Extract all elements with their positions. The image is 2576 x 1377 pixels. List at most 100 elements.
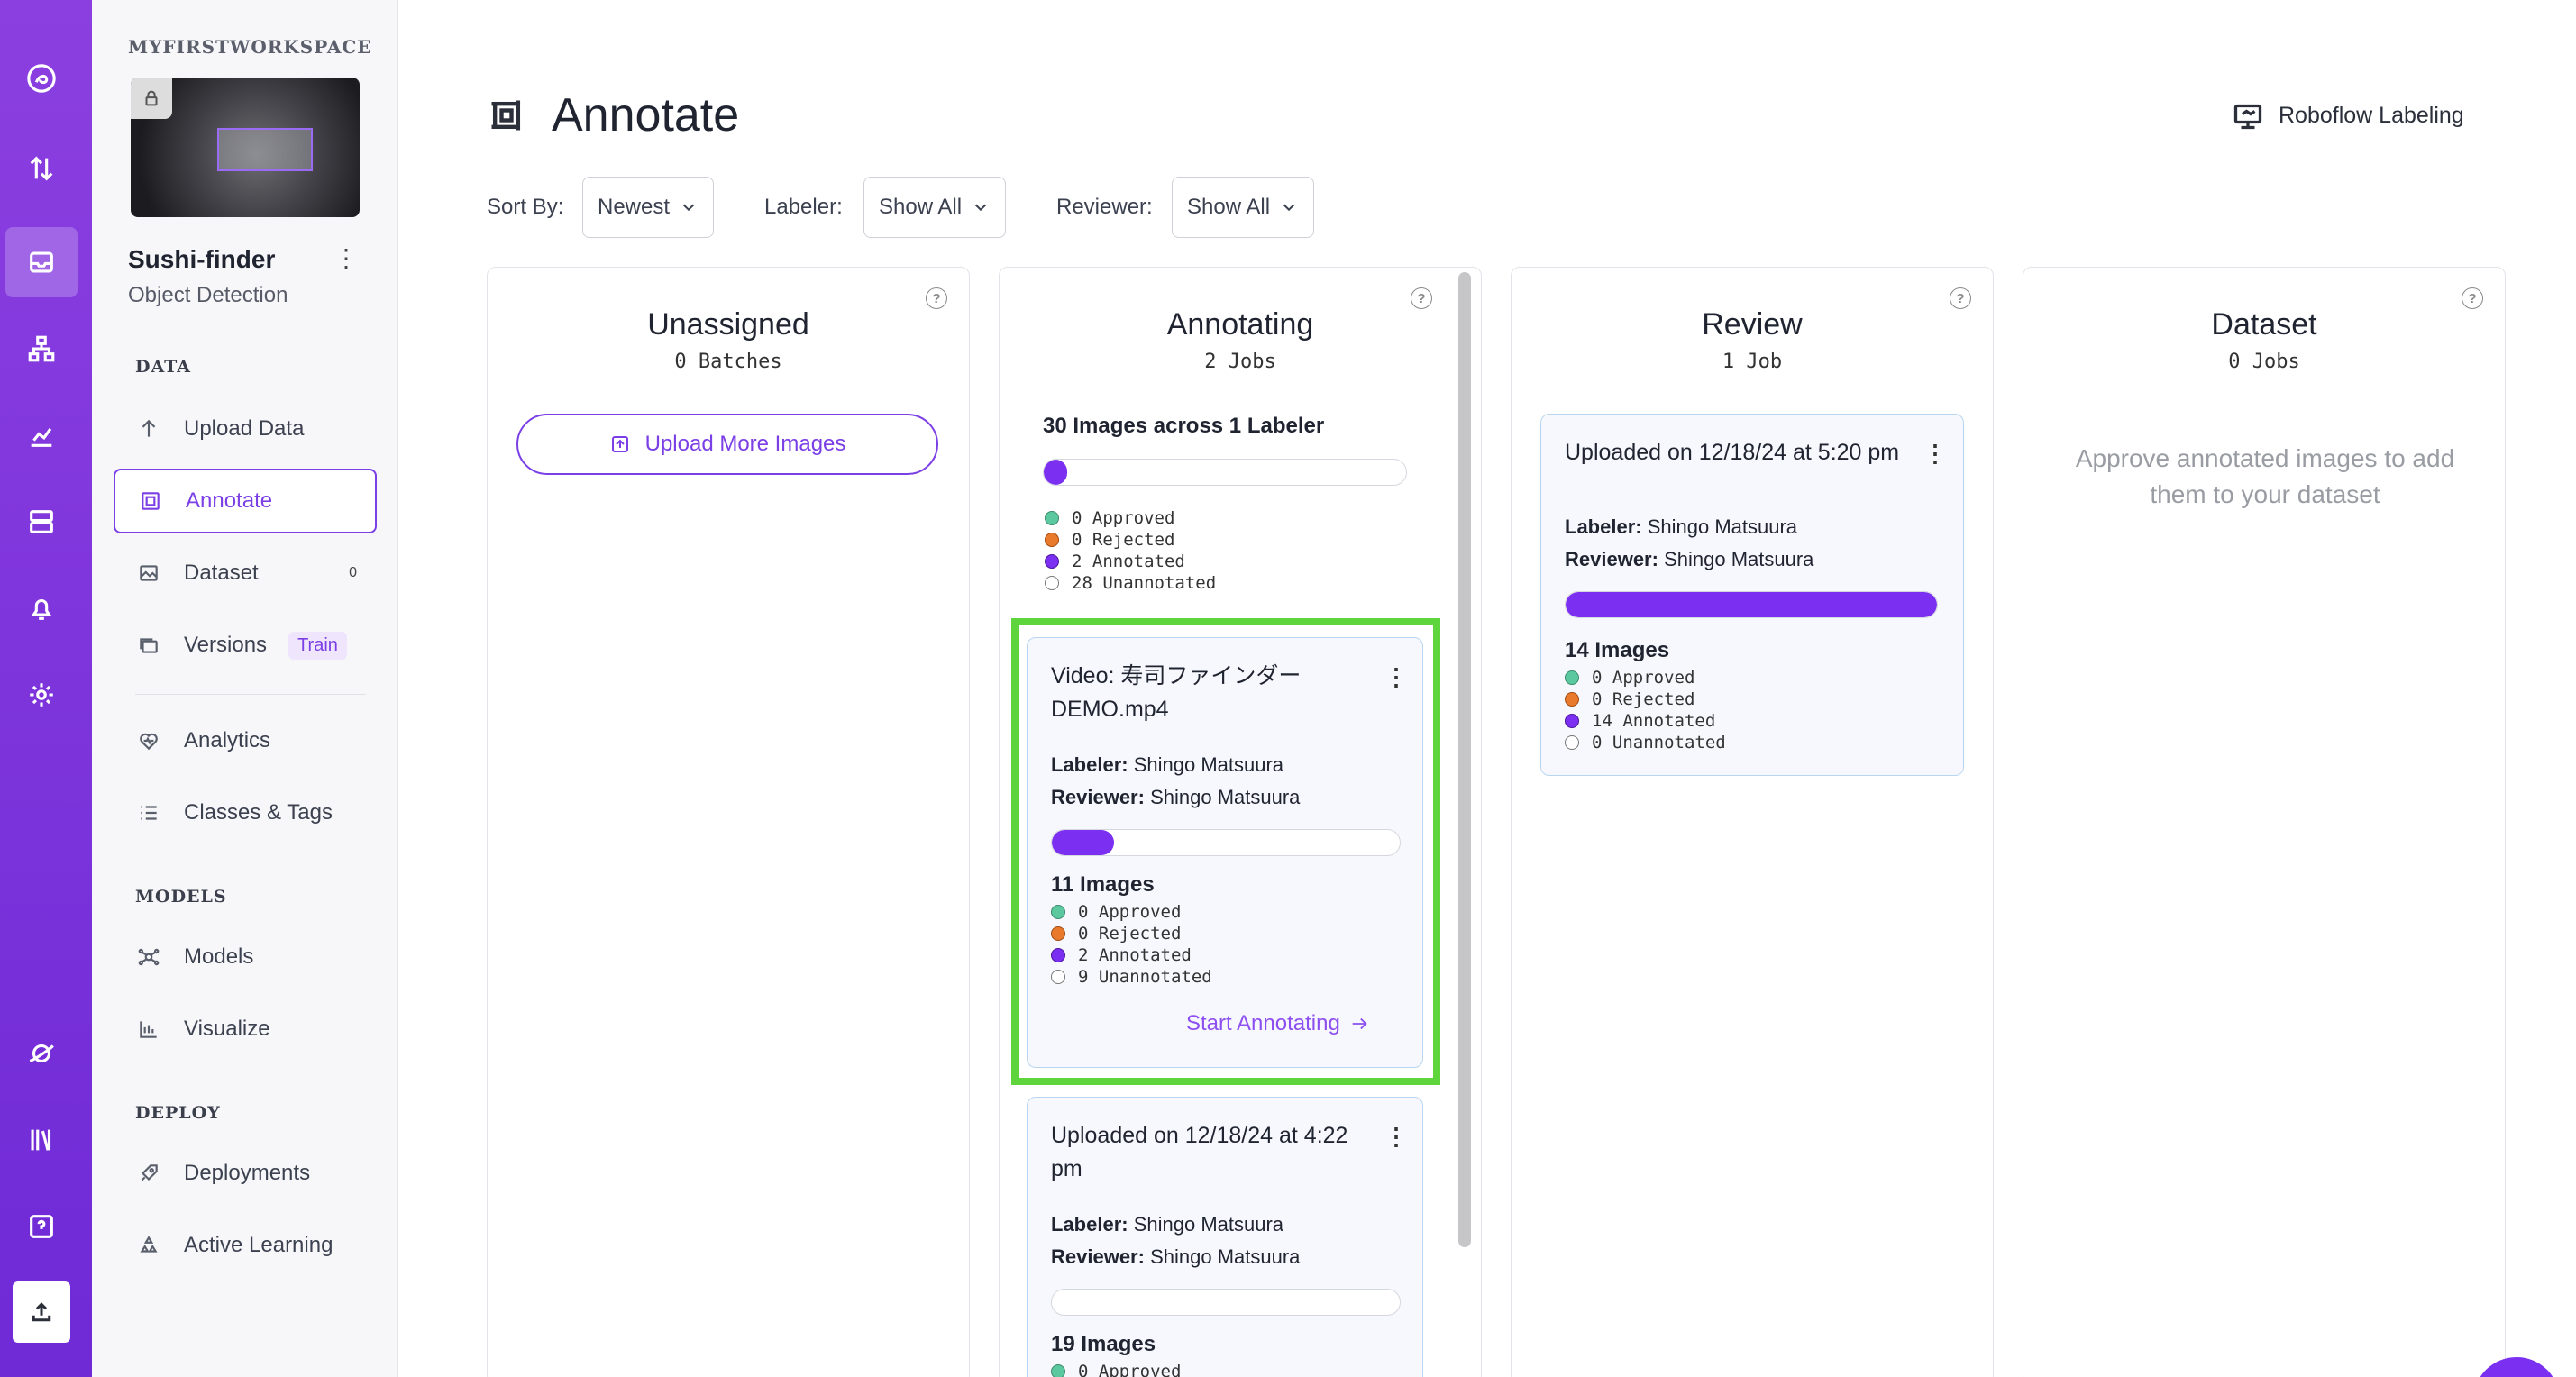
inbox-icon[interactable] (5, 227, 78, 297)
stat-annotated: 2 Annotated (1045, 551, 1216, 572)
summary-progress-bar (1043, 459, 1407, 486)
help-icon[interactable]: ? (926, 287, 947, 309)
stat-rejected: 0 Rejected (1565, 688, 1726, 710)
column-count: 1 Job (1722, 351, 1783, 373)
unannotated-dot-icon (1565, 735, 1579, 750)
workflow-icon[interactable] (5, 314, 78, 384)
stat-approved: 0 Approved (1051, 1361, 1181, 1377)
job-reviewer: Reviewer: Shingo Matsuura (1565, 548, 1813, 571)
labeler-select[interactable]: Show All (863, 177, 1007, 238)
planet-icon[interactable] (5, 1018, 78, 1089)
reviewer-key: Reviewer: (1051, 1245, 1145, 1268)
column-count: 2 Jobs (1204, 351, 1276, 373)
job-menu-icon[interactable]: ⋮ (1384, 1123, 1408, 1151)
help-icon[interactable]: ? (1950, 287, 1971, 309)
column-unassigned: ? Unassigned 0 Batches Upload More Image… (487, 267, 970, 1377)
column-scrollbar[interactable] (1458, 272, 1471, 1247)
column-count: 0 Jobs (2228, 351, 2300, 373)
project-menu-icon[interactable]: ⋮ (333, 243, 359, 273)
help-icon[interactable]: ? (2462, 287, 2483, 309)
sidebar-item-label: Annotate (186, 488, 273, 513)
job-card[interactable]: Uploaded on 12/18/24 at 4:22 pm ⋮ Labele… (1027, 1097, 1423, 1377)
sort-by-value: Newest (598, 195, 671, 219)
help-icon[interactable]: ? (1411, 287, 1432, 309)
column-review: ? Review 1 Job Uploaded on 12/18/24 at 5… (1511, 267, 1994, 1377)
workspace-name[interactable]: MYFIRSTWORKSPACE (128, 36, 372, 58)
arrow-up-icon (135, 415, 162, 442)
sidebar-divider (135, 694, 366, 695)
job-image-count: 14 Images (1565, 638, 1670, 662)
stat-label: 0 Approved (1078, 1362, 1182, 1377)
column-count: 0 Batches (674, 351, 782, 373)
sidebar-item-active-learning[interactable]: Active Learning (114, 1213, 377, 1278)
page-title: Annotate (487, 88, 739, 142)
reviewer-select[interactable]: Show All (1172, 177, 1315, 238)
approved-dot-icon (1045, 511, 1059, 525)
chart-icon[interactable] (5, 400, 78, 470)
roboflow-labeling-label: Roboflow Labeling (2279, 102, 2464, 128)
job-reviewer: Reviewer: Shingo Matsuura (1051, 1245, 1300, 1269)
stat-label: 0 Approved (1072, 508, 1175, 528)
sidebar-item-classes-tags[interactable]: Classes & Tags (114, 780, 377, 845)
heart-pulse-icon (135, 727, 162, 754)
upload-icon[interactable] (13, 1281, 70, 1343)
roboflow-logo-icon[interactable] (5, 43, 78, 114)
help-icon[interactable] (5, 1191, 78, 1262)
sidebar-item-upload-data[interactable]: Upload Data (114, 397, 377, 461)
job-card[interactable]: Uploaded on 12/18/24 at 5:20 pm ⋮ Labele… (1540, 414, 1964, 776)
column-dataset: ? Dataset 0 Jobs Approve annotated image… (2023, 267, 2506, 1377)
thumbnail-bounding-box (217, 128, 313, 171)
sidebar-item-versions[interactable]: Versions Train (114, 613, 377, 678)
recycle-icon (135, 1232, 162, 1259)
gear-icon[interactable] (5, 660, 78, 730)
sidebar-item-label: Models (184, 944, 254, 969)
versions-icon (135, 632, 162, 659)
stat-approved: 0 Approved (1045, 507, 1216, 529)
server-icon[interactable] (5, 487, 78, 557)
summary-title: 30 Images across 1 Labeler (1043, 414, 1325, 438)
job-stats: 0 Approved (1051, 1361, 1181, 1377)
column-title: Unassigned (647, 307, 809, 342)
annotated-dot-icon (1565, 714, 1579, 728)
transfer-arrows-icon[interactable] (5, 133, 78, 204)
project-thumbnail[interactable] (131, 78, 360, 217)
selected-job-highlight (1011, 618, 1440, 1085)
sidebar-item-models[interactable]: Models (114, 925, 377, 989)
section-deploy: DEPLOY (135, 1103, 221, 1123)
progress-fill (1044, 460, 1067, 485)
job-progress-bar (1051, 1289, 1401, 1316)
job-image-count: 19 Images (1051, 1332, 1156, 1356)
bell-icon[interactable] (5, 573, 78, 643)
sidebar-item-analytics[interactable]: Analytics (114, 708, 377, 773)
labeling-icon (2233, 104, 2262, 130)
page-title-text: Annotate (552, 89, 740, 141)
column-title: Annotating (1166, 307, 1314, 342)
stat-unannotated: 28 Unannotated (1045, 572, 1216, 594)
sidebar-item-visualize[interactable]: Visualize (114, 997, 377, 1062)
stat-label: 0 Approved (1592, 668, 1695, 688)
stat-annotated: 14 Annotated (1565, 710, 1726, 732)
chevron-down-icon (682, 204, 695, 212)
dataset-empty-message: Approve annotated images to add them to … (2075, 444, 2455, 508)
section-data: DATA (135, 357, 192, 377)
section-models: MODELS (135, 887, 227, 907)
chevron-down-icon (974, 204, 987, 212)
sidebar-item-annotate[interactable]: Annotate (114, 469, 377, 533)
approved-dot-icon (1565, 670, 1579, 685)
sidebar-item-deployments[interactable]: Deployments (114, 1141, 377, 1206)
sort-by-select[interactable]: Newest (582, 177, 715, 238)
rocket-icon (135, 1160, 162, 1187)
roboflow-labeling-link[interactable]: Roboflow Labeling (2232, 99, 2464, 132)
reviewer-name: Shingo Matsuura (1150, 1245, 1301, 1268)
train-badge[interactable]: Train (288, 631, 347, 660)
library-icon[interactable] (5, 1105, 78, 1175)
job-menu-icon[interactable]: ⋮ (1923, 440, 1947, 468)
progress-fill (1566, 592, 1937, 617)
bar-chart-icon (135, 1016, 162, 1043)
upload-more-images-button[interactable]: Upload More Images (516, 414, 938, 475)
unannotated-dot-icon (1045, 576, 1059, 590)
annotate-icon (137, 488, 164, 515)
labeler-name: Shingo Matsuura (1133, 1213, 1284, 1236)
sidebar-item-dataset[interactable]: Dataset 0 (114, 541, 377, 606)
job-title: Uploaded on 12/18/24 at 4:22 pm (1051, 1123, 1348, 1181)
